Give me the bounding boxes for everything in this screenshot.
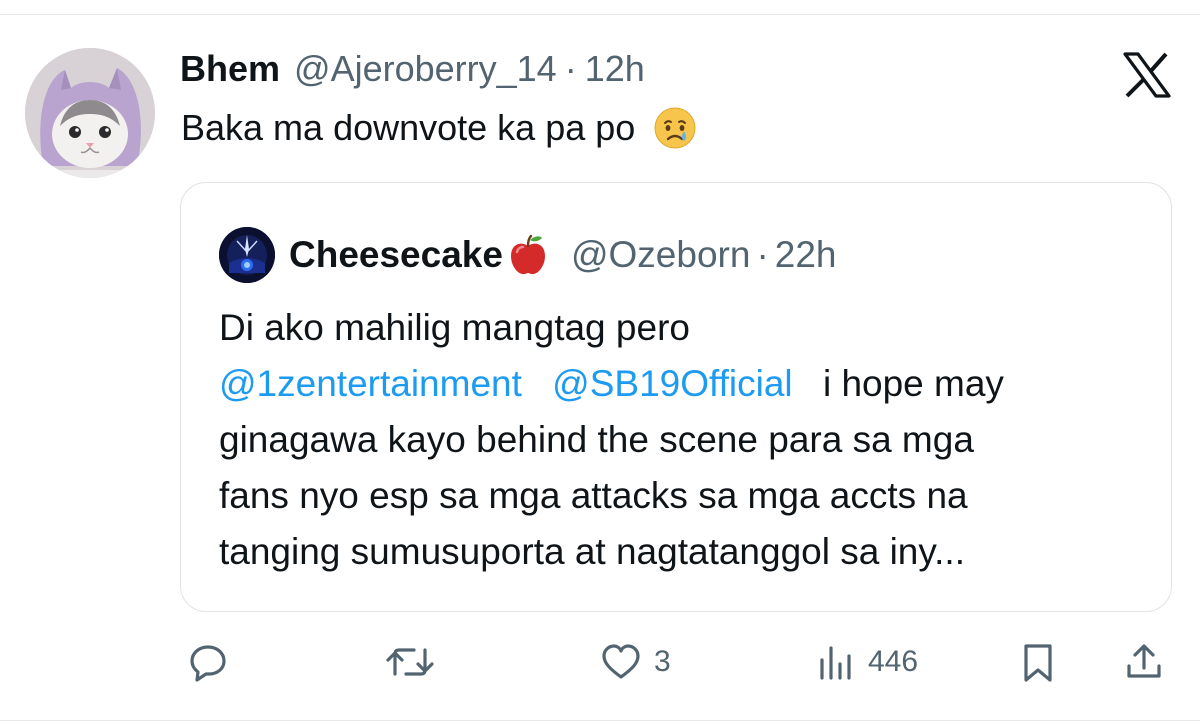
quoted-line-5: tanging sumusuporta at nagtatanggol sa i… (219, 531, 965, 572)
bookmark-button[interactable] (1020, 642, 1056, 684)
separator-dot: · (564, 48, 577, 89)
quoted-tweet-header: Cheesecake @Ozeborn · 22h (289, 227, 837, 283)
views-button[interactable]: 446 (816, 642, 918, 682)
author-avatar[interactable] (25, 48, 155, 178)
retweet-icon (386, 642, 434, 682)
quoted-tweet-text: Di ako mahilig mangtag pero @1zentertain… (219, 300, 1149, 580)
quoted-line-4: fans nyo esp sa mga attacks sa mga accts… (219, 475, 968, 516)
quoted-line-2-text: i hope may (822, 363, 1004, 404)
quoted-tweet-card[interactable]: Cheesecake @Ozeborn · 22h Di ako mahilig… (180, 182, 1172, 612)
quoted-author-avatar[interactable] (219, 227, 275, 283)
author-name[interactable]: Bhem (180, 48, 280, 90)
quoted-author-handle[interactable]: @Ozeborn (571, 234, 750, 276)
reply-button[interactable] (188, 642, 228, 682)
x-logo-icon (1122, 52, 1172, 98)
crying-face-icon (653, 106, 697, 150)
tweet-header: Bhem @Ajeroberry_14 · 12h (180, 48, 645, 94)
share-button[interactable] (1124, 642, 1164, 682)
quoted-author-name[interactable]: Cheesecake (289, 234, 503, 276)
top-divider (0, 14, 1200, 15)
bookmark-icon (1020, 642, 1056, 684)
share-icon (1124, 642, 1164, 682)
retweet-button[interactable] (386, 642, 434, 682)
red-apple-icon (505, 232, 551, 278)
quoted-line-2: @1zentertainment @SB19Official i hope ma… (219, 356, 1149, 412)
quoted-separator-dot: · (756, 234, 769, 275)
mention-1zentertainment[interactable]: @1zentertainment (219, 363, 522, 404)
views-count: 446 (868, 645, 919, 678)
quoted-line-3: ginagawa kayo behind the scene para sa m… (219, 419, 974, 460)
views-chart-icon (816, 642, 856, 682)
tweet-body: Baka ma downvote ka pa po (181, 107, 636, 148)
like-count: 3 (654, 645, 671, 678)
bottom-divider (0, 720, 1200, 721)
reply-icon (188, 642, 228, 682)
author-handle[interactable]: @Ajeroberry_14 (294, 48, 557, 90)
mention-sb19official[interactable]: @SB19Official (552, 363, 792, 404)
tweet-action-bar: 3 446 (0, 630, 1200, 694)
tweet-text: Baka ma downvote ka pa po (181, 106, 697, 150)
quoted-timestamp[interactable]: 22h (775, 234, 837, 276)
like-button[interactable]: 3 (600, 642, 671, 682)
heart-icon (600, 642, 642, 682)
quoted-line-1: Di ako mahilig mangtag pero (219, 307, 690, 348)
tweet-timestamp[interactable]: 12h (585, 48, 645, 90)
